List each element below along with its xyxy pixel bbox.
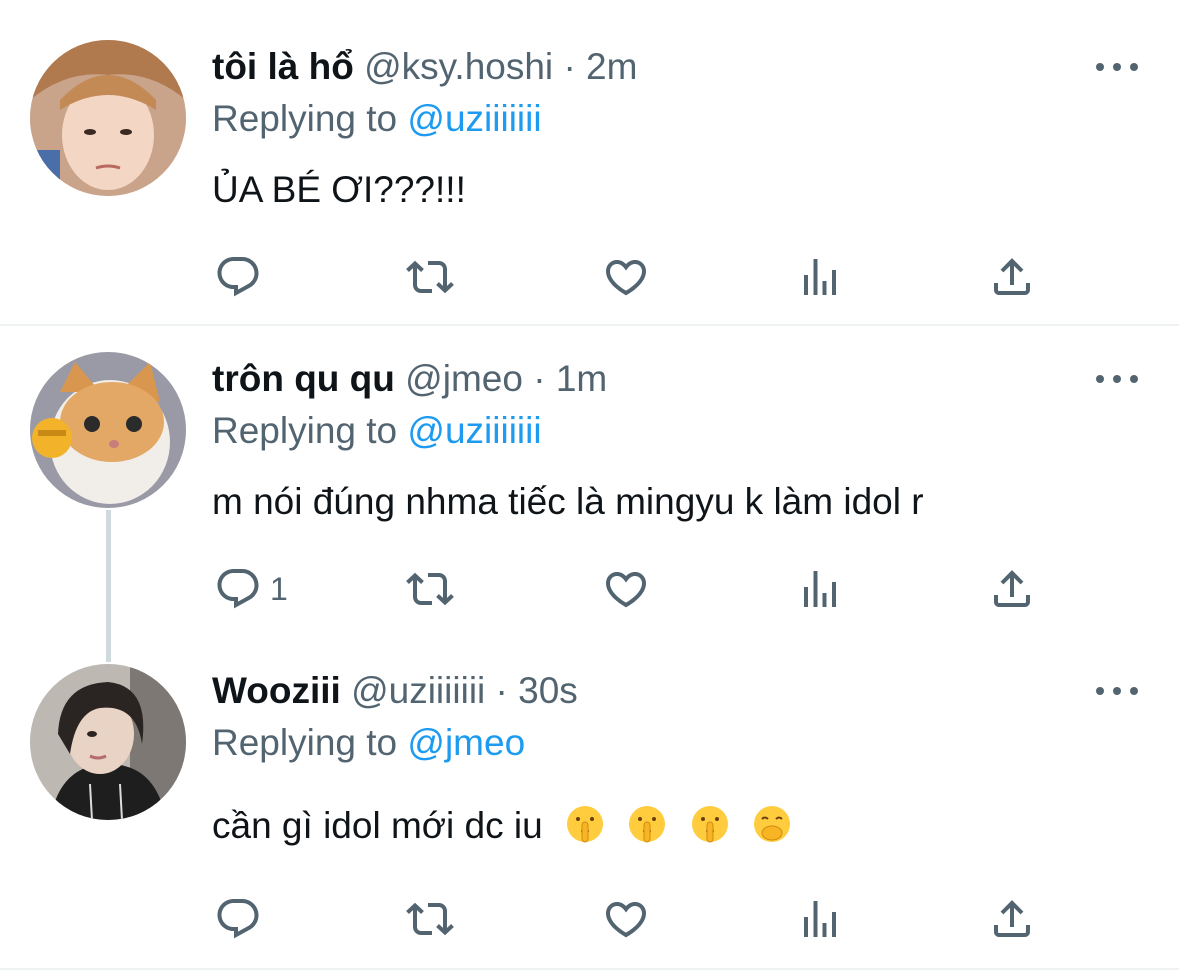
separator-dot: · [563,46,576,87]
separator-dot: · [533,358,546,399]
like-button[interactable] [602,252,650,302]
timestamp[interactable]: 1m [556,358,607,399]
retweet-button[interactable] [406,252,454,302]
replying-to-label: Replying to [212,722,398,763]
heart-icon [605,260,647,296]
tweet-2[interactable]: trôn qu qu @jmeo · 1m Replying to @uziii… [0,326,1179,648]
replying-to-mention[interactable]: @uziiiiiii [407,410,541,451]
separator-dot: · [495,670,508,711]
reply-icon [217,257,259,297]
tweet-divider [0,968,1179,970]
shushing-face-icon [691,806,728,843]
retweet-icon [406,902,454,936]
tweet-text: m nói đúng nhma tiếc là mingyu k làm ido… [212,481,924,522]
share-icon [994,900,1030,937]
more-icon[interactable] [1096,60,1138,74]
user-handle[interactable]: @ksy.hoshi [364,46,553,87]
tweet-header: Wooziii @uziiiiiii · 30s [212,670,578,712]
tweet-3[interactable]: Wooziii @uziiiiiii · 30s Replying to @jm… [0,648,1179,970]
tweet-1[interactable]: tôi là hổ @ksy.hoshi · 2m Replying to @u… [0,0,1179,326]
retweet-button[interactable] [406,894,454,944]
share-button[interactable] [988,252,1036,302]
shushing-face-icon [566,806,603,843]
display-name[interactable]: trôn qu qu [212,358,395,399]
replying-to: Replying to @uziiiiiii [212,98,542,140]
share-icon [994,570,1030,607]
avatar-image [30,352,186,508]
replying-to-label: Replying to [212,410,398,451]
replying-to: Replying to @jmeo [212,722,525,764]
timestamp[interactable]: 2m [586,46,637,87]
retweet-button[interactable] [406,564,454,614]
tweet-actions: 1 [0,564,1179,614]
more-icon[interactable] [1096,684,1138,698]
reply-count: 1 [270,570,288,607]
tweet-header: tôi là hổ @ksy.hoshi · 2m [212,46,637,88]
reply-icon [217,569,259,609]
analytics-icon [804,901,836,937]
analytics-button[interactable] [796,894,844,944]
timestamp[interactable]: 30s [518,670,578,711]
face-with-hand-over-mouth-icon [753,806,790,842]
avatar[interactable] [30,40,186,196]
replying-to-label: Replying to [212,98,398,139]
avatar[interactable] [30,664,186,820]
retweet-icon [406,572,454,606]
tweet-text: cần gì idol mới dc iu [212,805,543,846]
analytics-button[interactable] [796,564,844,614]
reply-icon [217,899,259,939]
reply-button[interactable] [214,894,270,944]
analytics-icon [804,259,836,295]
tweet-actions [0,252,1179,302]
more-icon[interactable] [1096,372,1138,386]
heart-icon [605,902,647,938]
retweet-icon [406,260,454,294]
user-handle[interactable]: @uziiiiiii [351,670,485,711]
replying-to-mention[interactable]: @uziiiiiii [407,98,541,139]
tweet-header: trôn qu qu @jmeo · 1m [212,358,607,400]
heart-icon [605,572,647,608]
like-button[interactable] [602,894,650,944]
reply-button[interactable]: 1 [214,564,288,614]
analytics-icon [804,571,836,607]
analytics-button[interactable] [796,252,844,302]
share-button[interactable] [988,894,1036,944]
share-button[interactable] [988,564,1036,614]
shushing-face-icon [629,806,666,843]
tweet-content: cần gì idol mới dc iu [212,804,792,848]
replying-to-mention[interactable]: @jmeo [407,722,525,763]
avatar-image [30,40,186,196]
share-icon [994,258,1030,295]
reply-button[interactable] [214,252,270,302]
display-name[interactable]: tôi là hổ [212,46,354,87]
user-handle[interactable]: @jmeo [405,358,523,399]
tweet-text: ỦA BÉ ƠI???!!! [212,169,466,210]
avatar-image [30,664,186,820]
avatar[interactable] [30,352,186,508]
like-button[interactable] [602,564,650,614]
tweet-actions [0,894,1179,944]
replying-to: Replying to @uziiiiiii [212,410,542,452]
display-name[interactable]: Wooziii [212,670,341,711]
